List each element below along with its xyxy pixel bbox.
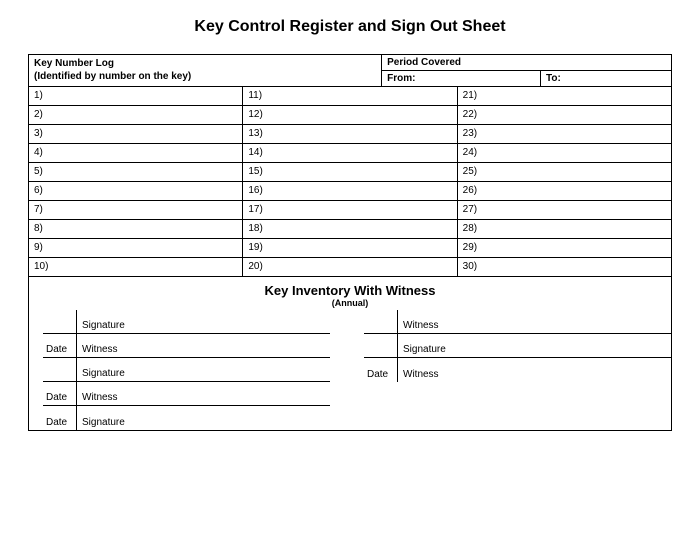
log-cell[interactable]: 26) [458,181,671,200]
sig-label: Signature [398,344,672,357]
log-cell[interactable]: 16) [243,181,456,200]
inventory-title-block: Key Inventory With Witness (Annual) [29,276,671,310]
log-cell[interactable]: 23) [458,124,671,143]
header-row: Key Number Log (Identified by number on … [29,55,671,86]
sig-row[interactable]: Signature [364,334,672,358]
page-title: Key Control Register and Sign Out Sheet [28,18,672,36]
log-cell[interactable]: 20) [243,257,456,276]
key-log-grid: 1) 2) 3) 4) 5) 6) 7) 8) 9) 10) 11) 12) 1… [29,86,671,276]
log-col-3: 21) 22) 23) 24) 25) 26) 27) 28) 29) 30) [458,86,671,276]
sig-row[interactable]: Date Witness [43,382,330,406]
log-cell[interactable]: 1) [29,86,242,105]
sig-label: Witness [398,320,672,333]
sig-row[interactable]: Witness [364,310,672,334]
log-cell[interactable]: 5) [29,162,242,181]
sig-label: Witness [77,344,330,357]
log-cell[interactable]: 14) [243,143,456,162]
form-container: Key Number Log (Identified by number on … [28,54,672,431]
log-cell[interactable]: 15) [243,162,456,181]
to-label: To: [541,71,671,86]
key-log-header: Key Number Log (Identified by number on … [29,55,382,86]
sig-row[interactable]: Date Witness [43,334,330,358]
sig-row[interactable]: Signature [43,358,330,382]
log-cell[interactable]: 27) [458,200,671,219]
log-cell[interactable]: 8) [29,219,242,238]
key-log-title: Key Number Log [34,58,114,69]
log-cell[interactable]: 19) [243,238,456,257]
inventory-body: Signature Date Witness Signature Date Wi… [29,310,671,430]
period-title: Period Covered [382,55,671,71]
sig-row[interactable]: Signature [43,310,330,334]
sig-label: Signature [77,320,330,333]
log-cell[interactable]: 9) [29,238,242,257]
log-cell[interactable]: 29) [458,238,671,257]
sig-row[interactable]: Date Signature [43,406,330,430]
log-cell[interactable]: 2) [29,105,242,124]
from-label: From: [382,71,541,86]
log-cell[interactable]: 22) [458,105,671,124]
log-cell[interactable]: 21) [458,86,671,105]
sig-label: Signature [77,368,330,381]
period-header: Period Covered From: To: [382,55,671,86]
log-cell[interactable]: 17) [243,200,456,219]
log-cell[interactable]: 24) [458,143,671,162]
log-cell[interactable]: 25) [458,162,671,181]
inventory-left: Signature Date Witness Signature Date Wi… [29,310,350,430]
log-cell[interactable]: 6) [29,181,242,200]
log-cell[interactable]: 10) [29,257,242,276]
log-cell[interactable]: 3) [29,124,242,143]
date-cell[interactable] [43,310,77,333]
log-cell[interactable]: 13) [243,124,456,143]
log-cell[interactable]: 18) [243,219,456,238]
date-cell[interactable] [43,358,77,381]
log-cell[interactable]: 12) [243,105,456,124]
log-cell[interactable]: 11) [243,86,456,105]
inventory-title: Key Inventory With Witness [29,283,671,298]
sig-label: Witness [398,369,672,382]
date-cell[interactable]: Date [364,358,398,382]
log-col-2: 11) 12) 13) 14) 15) 16) 17) 18) 19) 20) [243,86,457,276]
inventory-right: Witness Signature Date Witness [350,310,671,430]
log-col-1: 1) 2) 3) 4) 5) 6) 7) 8) 9) 10) [29,86,243,276]
date-cell[interactable]: Date [43,406,77,430]
key-log-sub: (Identified by number on the key) [34,71,191,82]
date-cell[interactable]: Date [43,334,77,357]
sig-row[interactable]: Date Witness [364,358,672,382]
log-cell[interactable]: 7) [29,200,242,219]
date-cell[interactable] [364,334,398,357]
sig-label: Witness [77,392,330,405]
inventory-sub: (Annual) [29,298,671,308]
date-cell[interactable] [364,310,398,333]
date-cell[interactable]: Date [43,382,77,405]
sig-label: Signature [77,417,330,430]
log-cell[interactable]: 4) [29,143,242,162]
log-cell[interactable]: 30) [458,257,671,276]
log-cell[interactable]: 28) [458,219,671,238]
